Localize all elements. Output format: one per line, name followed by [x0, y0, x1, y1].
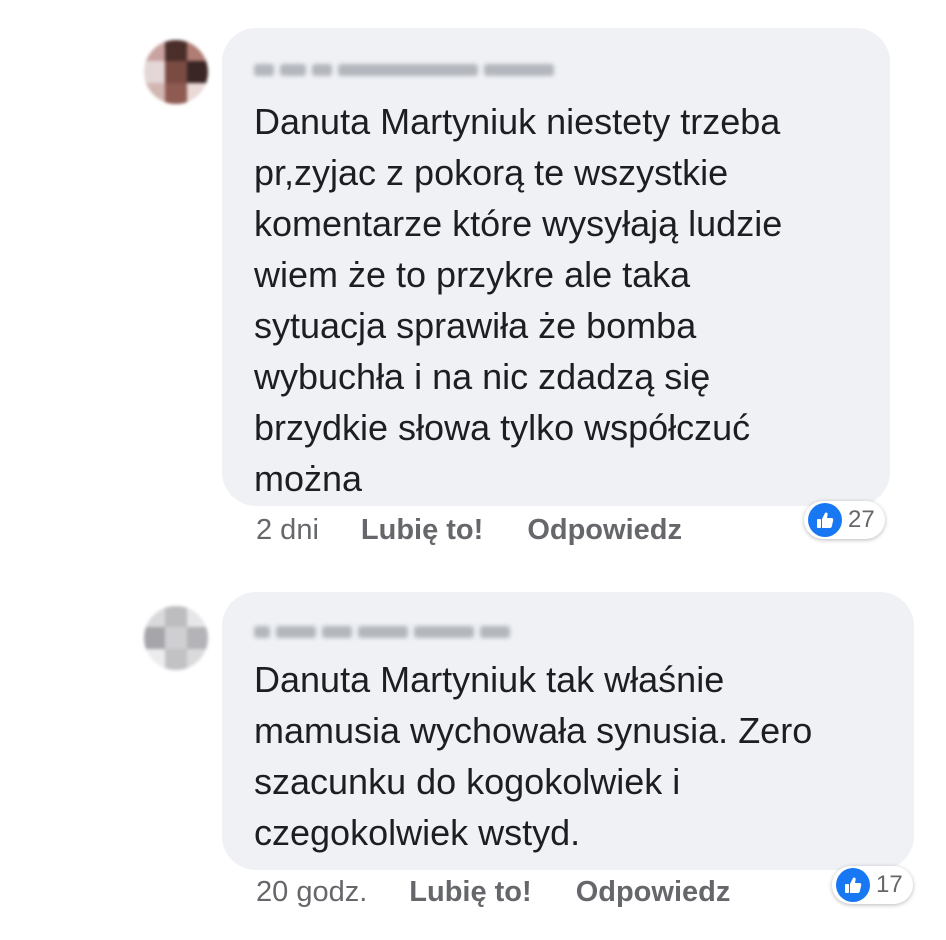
- reply-button[interactable]: Odpowiedz: [576, 876, 731, 909]
- comment-actions: 2 dni Lubię to! Odpowiedz: [256, 514, 682, 547]
- commenter-avatar[interactable]: [144, 40, 208, 104]
- avatar-pixel: [144, 61, 167, 84]
- comment-timestamp[interactable]: 2 dni: [256, 514, 319, 547]
- thumbs-up-icon: [836, 868, 870, 902]
- comment-text: Danuta Martyniuk tak właśnie mamusia wyc…: [254, 659, 813, 853]
- comment-bubble: Danuta Martyniuk niestety trzeba pr,zyja…: [222, 28, 890, 506]
- avatar-pixel: [165, 627, 188, 650]
- avatar-pixel: [165, 648, 188, 670]
- avatar-pixel: [144, 627, 167, 650]
- avatar-pixel: [165, 606, 188, 629]
- avatar-pixel: [186, 82, 208, 104]
- like-button[interactable]: Lubię to!: [361, 514, 483, 547]
- like-button[interactable]: Lubię to!: [409, 876, 531, 909]
- thumbs-up-icon: [808, 503, 842, 537]
- avatar-pixel: [186, 648, 208, 670]
- comment-text: Danuta Martyniuk niestety trzeba pr,zyja…: [254, 101, 783, 499]
- avatar-pixel: [186, 627, 208, 650]
- comment-timestamp[interactable]: 20 godz.: [256, 876, 367, 909]
- avatar-pixel: [165, 82, 188, 104]
- avatar-pixel: [144, 648, 167, 670]
- reaction-summary[interactable]: 27: [804, 501, 885, 539]
- avatar-pixel: [165, 40, 188, 63]
- reaction-count: 17: [876, 871, 903, 898]
- comment-actions: 20 godz. Lubię to! Odpowiedz: [256, 876, 730, 909]
- avatar-pixel: [144, 40, 167, 63]
- author-name-blurred[interactable]: [254, 64, 554, 76]
- avatar-pixel: [186, 61, 208, 84]
- avatar-pixel: [144, 606, 167, 629]
- reaction-summary[interactable]: 17: [832, 866, 913, 904]
- avatar-pixel: [165, 61, 188, 84]
- reaction-count: 27: [848, 506, 875, 533]
- commenter-avatar[interactable]: [144, 606, 208, 670]
- avatar-pixel: [144, 82, 167, 104]
- avatar-pixel: [186, 40, 208, 63]
- comment-bubble: Danuta Martyniuk tak właśnie mamusia wyc…: [222, 592, 914, 870]
- reply-button[interactable]: Odpowiedz: [527, 514, 682, 547]
- author-name-blurred[interactable]: [254, 626, 510, 638]
- avatar-pixel: [186, 606, 208, 629]
